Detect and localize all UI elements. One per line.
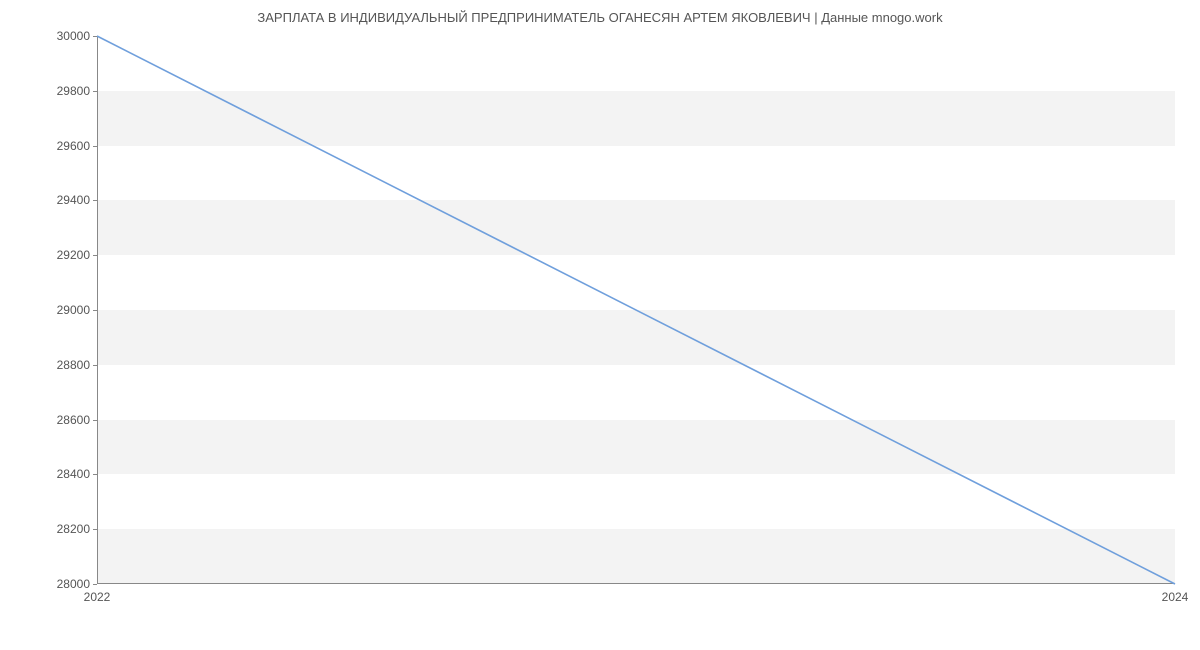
y-tick-mark xyxy=(93,255,97,256)
y-tick-label: 28600 xyxy=(40,413,90,427)
y-tick-label: 28800 xyxy=(40,358,90,372)
y-tick-label: 29800 xyxy=(40,84,90,98)
y-tick-label: 28200 xyxy=(40,522,90,536)
y-tick-label: 29400 xyxy=(40,193,90,207)
y-tick-mark xyxy=(93,474,97,475)
y-tick-mark xyxy=(93,310,97,311)
y-tick-mark xyxy=(93,36,97,37)
y-tick-label: 29000 xyxy=(40,303,90,317)
y-tick-mark xyxy=(93,200,97,201)
chart-title: ЗАРПЛАТА В ИНДИВИДУАЛЬНЫЙ ПРЕДПРИНИМАТЕЛ… xyxy=(0,0,1200,31)
y-tick-mark xyxy=(93,91,97,92)
data-line xyxy=(97,36,1175,584)
y-tick-mark xyxy=(93,584,97,585)
y-tick-mark xyxy=(93,365,97,366)
y-tick-mark xyxy=(93,420,97,421)
plot-area xyxy=(97,36,1175,584)
x-tick-label: 2022 xyxy=(84,590,111,604)
y-tick-label: 28400 xyxy=(40,467,90,481)
y-tick-mark xyxy=(93,529,97,530)
y-tick-label: 29600 xyxy=(40,139,90,153)
y-tick-label: 29200 xyxy=(40,248,90,262)
y-tick-label: 28000 xyxy=(40,577,90,591)
y-tick-mark xyxy=(93,146,97,147)
x-tick-label: 2024 xyxy=(1162,590,1189,604)
line-svg xyxy=(97,36,1175,584)
y-tick-label: 30000 xyxy=(40,29,90,43)
